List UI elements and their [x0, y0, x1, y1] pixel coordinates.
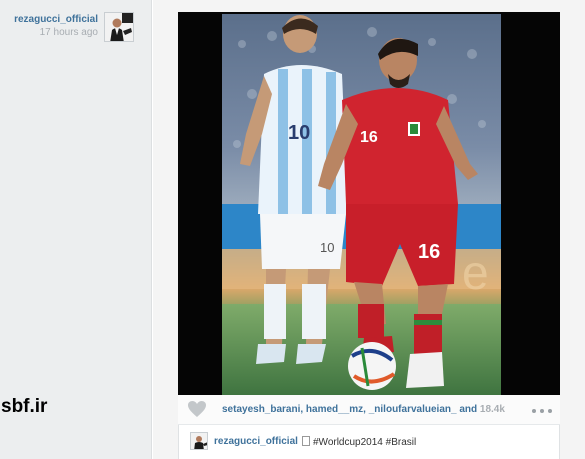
profile-photo-icon[interactable] [190, 432, 208, 450]
svg-text:10: 10 [320, 240, 334, 255]
caption-text: #Worldcup2014 #Brasil [302, 436, 416, 448]
svg-text:16: 16 [418, 241, 440, 263]
likes-summary[interactable]: setayesh_barani, hamed__mz, _niloufarval… [222, 404, 505, 415]
caption-row: rezagucci_official #Worldcup2014 #Brasil [178, 426, 560, 459]
author-username[interactable]: rezagucci_official [14, 14, 98, 25]
likes-names[interactable]: setayesh_barani, hamed__mz, _niloufarval… [222, 404, 477, 415]
dot [548, 409, 552, 413]
post-photo[interactable]: e 10 10 16 16 [222, 14, 501, 395]
heart-icon[interactable] [186, 399, 208, 419]
sidebar-column [0, 0, 152, 459]
caption-hashtags[interactable]: #Worldcup2014 #Brasil [313, 437, 416, 448]
svg-text:e: e [462, 247, 489, 300]
emoji-icon [302, 436, 310, 446]
likes-count[interactable]: 18.4k [480, 404, 505, 415]
site-watermark: sbf.ir [1, 396, 48, 417]
post-author-block: rezagucci_official 17 hours ago [0, 10, 140, 44]
post-timestamp[interactable]: 17 hours ago [40, 27, 98, 38]
caption-username[interactable]: rezagucci_official [214, 436, 298, 447]
dot [540, 409, 544, 413]
more-options-icon[interactable] [529, 404, 555, 418]
dot [532, 409, 536, 413]
svg-text:10: 10 [288, 122, 310, 144]
profile-photo-icon[interactable] [104, 12, 134, 42]
svg-text:16: 16 [360, 129, 378, 146]
